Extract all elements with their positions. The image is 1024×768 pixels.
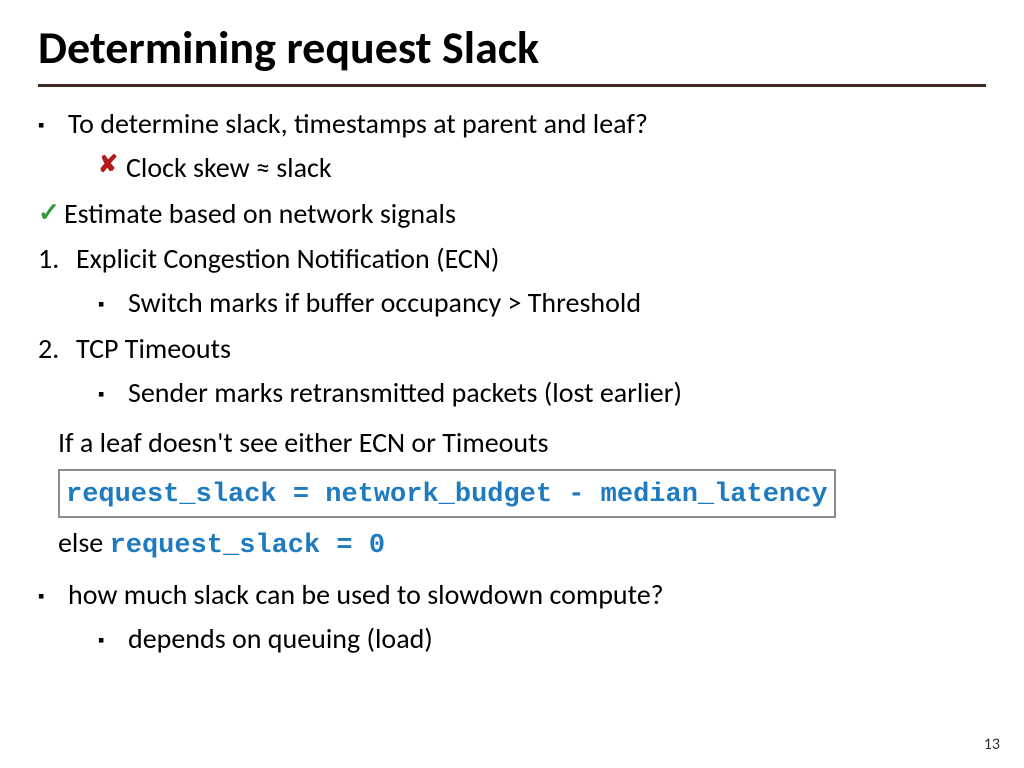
formula-box: request_slack = network_budget - median_… [58, 469, 836, 517]
bullet-text: Explicit Congestion Notification (ECN) [68, 240, 986, 278]
bullet-row: Estimate based on network signals [38, 195, 986, 233]
slide: Determining request Slack To determine s… [0, 0, 1024, 768]
numbered-row: 2. TCP Timeouts [38, 330, 986, 368]
sub-bullet-row: depends on queuing (load) [98, 620, 986, 658]
condition-if: If a leaf doesn't see either ECN or Time… [58, 424, 986, 462]
bullet-row: how much slack can be used to slowdown c… [38, 576, 986, 614]
square-bullet-icon [98, 620, 128, 654]
check-icon [38, 195, 64, 230]
bullet-text: Sender marks retransmitted packets (lost… [128, 374, 986, 412]
slide-content: To determine slack, timestamps at parent… [38, 105, 986, 658]
sub-bullet-row: Switch marks if buffer occupancy > Thres… [98, 284, 986, 322]
sub-bullet-row: Sender marks retransmitted packets (lost… [98, 374, 986, 412]
square-bullet-icon [38, 576, 68, 610]
condition-else: else request_slack = 0 [58, 524, 986, 564]
bullet-text: depends on queuing (load) [128, 620, 986, 658]
bullet-text: Estimate based on network signals [64, 195, 986, 233]
cross-icon [98, 149, 126, 181]
square-bullet-icon [98, 374, 128, 408]
bullet-text: how much slack can be used to slowdown c… [68, 576, 986, 614]
condition-text: If a leaf doesn't see either ECN or Time… [58, 425, 548, 460]
square-bullet-icon [38, 105, 68, 139]
sub-bullet-row: Clock skew ≈ slack [98, 149, 986, 187]
number-marker: 1. [38, 240, 68, 278]
bullet-text: Clock skew ≈ slack [126, 149, 986, 187]
page-number: 13 [984, 735, 1000, 754]
formula-code: request_slack = network_budget - median_… [66, 480, 828, 510]
formula-code: request_slack = 0 [110, 531, 385, 561]
bullet-text: Switch marks if buffer occupancy > Thres… [128, 284, 986, 322]
bullet-row: To determine slack, timestamps at parent… [38, 105, 986, 143]
else-text: else [58, 525, 110, 560]
square-bullet-icon [98, 284, 128, 318]
number-marker: 2. [38, 330, 68, 368]
numbered-row: 1. Explicit Congestion Notification (ECN… [38, 240, 986, 278]
bullet-text: To determine slack, timestamps at parent… [68, 105, 986, 143]
bullet-text: TCP Timeouts [68, 330, 986, 368]
slide-title: Determining request Slack [38, 20, 986, 87]
